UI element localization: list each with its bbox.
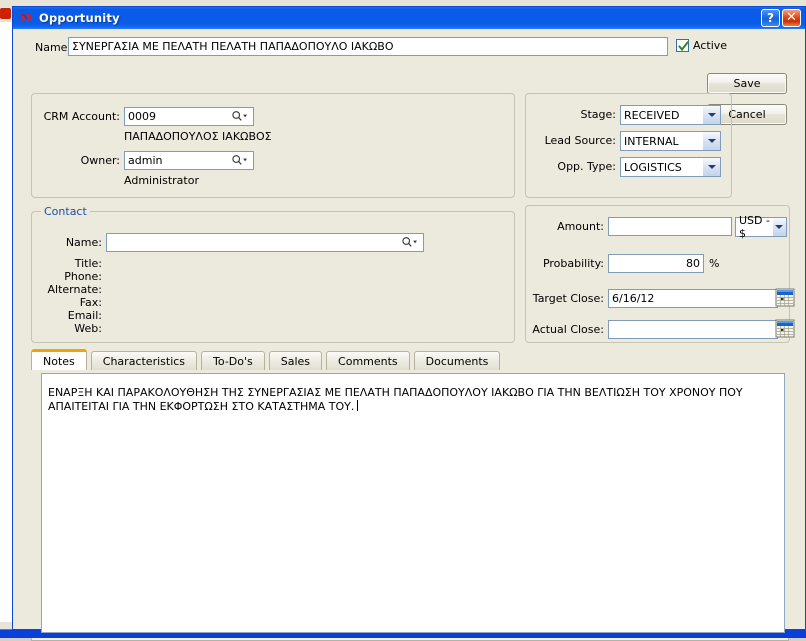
crm-account-label: CRM Account: [43,110,120,123]
stage-value: RECEIVED [624,108,680,122]
notes-content: ΕΝΑΡΞΗ ΚΑΙ ΠΑΡΑΚΟΛΟΥΘΗΣΗ ΤΗΣ ΣΥΝΕΡΓΑΣΙΑΣ… [48,386,770,414]
tab-todos[interactable]: To-Do's [201,351,265,370]
chevron-down-icon[interactable] [702,132,720,150]
opp-type-value: LOGISTICS [624,160,682,174]
amount-input[interactable] [608,217,732,236]
probability-percent-sign: % [709,257,720,270]
opp-type-label: Opp. Type: [557,160,616,173]
lead-source-select[interactable]: INTERNAL [620,131,721,151]
tab-todos-label: To-Do's [213,354,253,368]
owner-label: Owner: [80,154,120,167]
name-row: Name: Active [13,37,806,59]
active-label: Active [693,39,728,52]
active-checkbox-wrap[interactable]: Active [676,39,727,52]
contact-web-label: Web: [74,322,102,335]
currency-value: USD - $ [739,214,770,240]
contact-phone-label: Phone: [64,270,102,283]
amount-label: Amount: [557,220,604,233]
actual-close-input[interactable] [608,320,778,339]
contact-alternate-label: Alternate: [47,283,103,296]
chevron-down-icon[interactable] [771,218,786,236]
actual-close-calendar-icon[interactable] [775,319,795,338]
crm-account-group: CRM Account: ΠΑΠΑΔΟΠΟΥΛΟΣ ΙΑΚΩΒΟΣ Owner: [31,93,515,198]
active-checkbox[interactable] [676,39,689,52]
target-close-label: Target Close: [532,292,604,305]
stage-select[interactable]: RECEIVED [620,105,721,125]
target-close-input[interactable] [608,289,778,308]
target-close-calendar-icon[interactable] [775,288,795,307]
probability-input[interactable] [608,254,704,273]
money-group: Amount: USD - $ Probability: % Target Cl… [525,205,795,343]
stage-label: Stage: [580,108,617,121]
contact-name-magnifier-dropdown-icon[interactable] [400,234,420,250]
chevron-down-icon[interactable] [702,158,720,176]
name-label: Name: [35,41,72,54]
tab-documents-label: Documents [425,354,489,368]
tab-strip: Notes Characteristics To-Do's Sales Comm… [31,349,789,370]
contact-title-label: Title: [74,257,102,270]
close-icon[interactable]: ✕ [782,9,801,27]
window-title: Opportunity [39,11,120,25]
tab-sales[interactable]: Sales [268,351,323,370]
currency-select[interactable]: USD - $ [735,214,787,240]
stage-group: Stage: RECEIVED Lead Source: INTERNAL Op… [525,93,732,198]
notes-textarea[interactable]: ΕΝΑΡΞΗ ΚΑΙ ΠΑΡΑΚΟΛΟΥΘΗΣΗ ΤΗΣ ΣΥΝΕΡΓΑΣΙΑΣ… [41,373,785,633]
window-body: Name: Active Save Cancel CRM Account: [13,29,806,641]
tab-sales-label: Sales [280,354,311,368]
name-input[interactable] [68,37,668,56]
title-bar-buttons: ? ✕ [761,9,803,27]
tab-notes-label: Notes [43,354,75,368]
lead-source-value: INTERNAL [624,134,679,148]
crm-account-display-name: ΠΑΠΑΔΟΠΟΥΛΟΣ ΙΑΚΩΒΟΣ [124,130,272,143]
probability-label: Probability: [542,257,604,270]
tab-comments[interactable]: Comments [326,351,410,370]
chevron-down-icon[interactable] [702,106,720,124]
contact-group: Contact Name: Title: Phone: Alternate: F… [31,205,515,343]
lead-source-label: Lead Source: [544,134,616,147]
actual-close-label: Actual Close: [532,323,604,336]
contact-group-legend: Contact [41,205,90,218]
contact-name-input[interactable] [106,233,424,252]
app-x-icon [18,10,34,26]
checkmark-icon [678,41,689,52]
tab-characteristics[interactable]: Characteristics [90,351,198,370]
owner-display-name: Administrator [124,174,199,187]
title-bar: Opportunity ? ✕ [13,7,805,29]
tab-comments-label: Comments [338,354,398,368]
tab-characteristics-label: Characteristics [102,354,186,368]
notes-text: ΕΝΑΡΞΗ ΚΑΙ ΠΑΡΑΚΟΛΟΥΘΗΣΗ ΤΗΣ ΣΥΝΕΡΓΑΣΙΑΣ… [48,386,743,413]
opp-type-select[interactable]: LOGISTICS [620,157,721,177]
close-glyph: ✕ [786,10,797,25]
contact-email-label: Email: [67,309,102,322]
crm-account-magnifier-dropdown-icon[interactable] [230,108,250,124]
text-cursor [357,400,359,411]
tab-documents[interactable]: Documents [413,351,501,370]
owner-magnifier-dropdown-icon[interactable] [230,152,250,168]
save-button[interactable]: Save [707,73,787,94]
opportunity-window: Opportunity ? ✕ Name: Active Save Cance [12,6,806,641]
contact-name-label: Name: [65,236,102,249]
background-app-icon [0,8,11,19]
contact-fax-label: Fax: [79,296,102,309]
tab-notes[interactable]: Notes [31,349,87,370]
help-button[interactable]: ? [761,9,780,27]
